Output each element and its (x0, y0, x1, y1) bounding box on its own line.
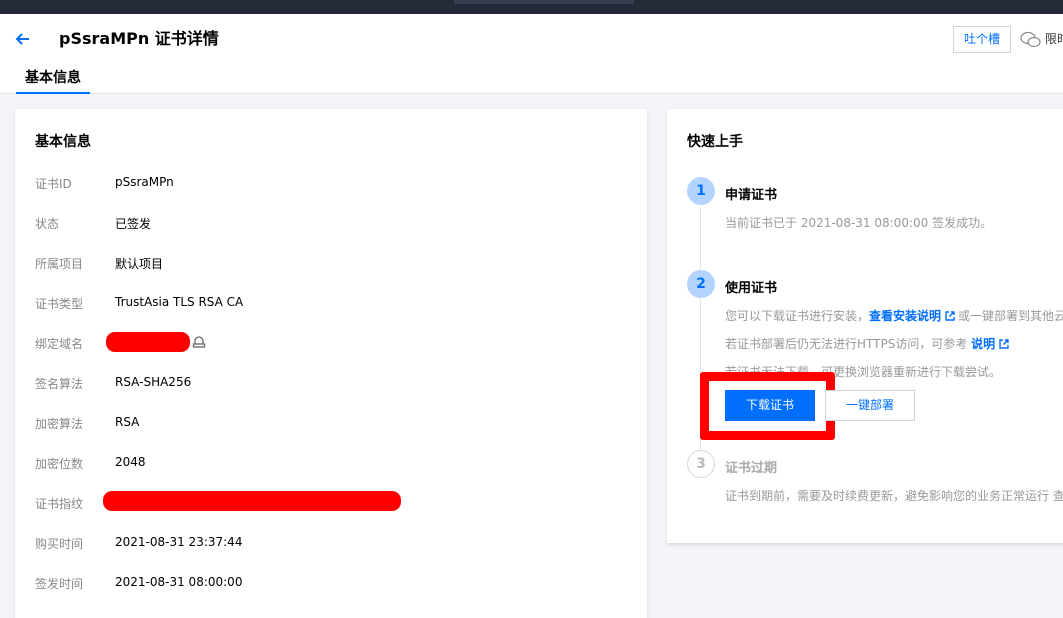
info-row-encrypt-algo: 加密算法 RSA (35, 413, 635, 433)
feedback-button[interactable]: 吐个槽 (953, 26, 1011, 53)
info-value: 默认项目 (115, 257, 164, 271)
security-icon (192, 336, 206, 348)
page-header: pSsraMPn 证书详情 吐个槽 限时 基本信息 (0, 14, 1063, 94)
top-navbar-segment (454, 0, 634, 4)
step-3-title: 证书过期 (725, 461, 778, 476)
quick-start-title: 快速上手 (687, 134, 743, 150)
info-label: 状态 (35, 217, 60, 231)
https-help-link[interactable]: 说明 (971, 337, 995, 351)
info-label: 所属项目 (35, 257, 84, 271)
info-row-status: 状态 已签发 (35, 213, 635, 233)
limited-offer-link[interactable]: 限时 (1045, 31, 1063, 47)
step-1-title: 申请证书 (725, 188, 778, 203)
step-2-line-1-suffix: 或一键部署到其他云 (958, 309, 1063, 323)
info-value: TrustAsia TLS RSA CA (115, 295, 244, 309)
basic-info-title: 基本信息 (35, 134, 91, 150)
info-value: 2021-08-31 08:00:00 (115, 575, 243, 589)
info-label: 签发时间 (35, 577, 84, 591)
info-value: 已签发 (115, 217, 152, 231)
info-row-project: 所属项目 默认项目 (35, 253, 635, 273)
download-cert-button[interactable]: 下载证书 (725, 390, 815, 421)
info-row-key-bits: 加密位数 2048 (35, 453, 635, 473)
info-label: 购买时间 (35, 537, 84, 551)
step-1-text: 当前证书已于 2021-08-31 08:00:00 签发成功。 (725, 216, 993, 230)
page-title: pSsraMPn 证书详情 (59, 29, 219, 48)
step-2-line-1-prefix: 您可以下载证书进行安装， (725, 309, 870, 323)
info-label: 加密算法 (35, 417, 84, 431)
basic-info-card: 基本信息 证书ID pSsraMPn 状态 已签发 所属项目 默认项目 证书类型… (15, 109, 647, 618)
info-value: RSA-SHA256 (115, 375, 192, 389)
info-label: 签名算法 (35, 377, 84, 391)
step-3-number: 3 (687, 450, 715, 478)
step-connector (700, 207, 701, 269)
info-label: 证书ID (35, 177, 72, 191)
info-label: 证书指纹 (35, 497, 84, 511)
external-link-icon[interactable] (945, 311, 955, 321)
tab-basic-info[interactable]: 基本信息 (16, 66, 90, 94)
info-value: pSsraMPn (115, 175, 174, 189)
info-row-sign-algo: 签名算法 RSA-SHA256 (35, 373, 635, 393)
info-value: RSA (115, 415, 140, 429)
redacted-domain (106, 332, 190, 352)
step-3-text: 证书到期前，需要及时续费更新，避免影响您的业务正常运行 查 (725, 489, 1063, 503)
info-row-cert-id: 证书ID pSsraMPn (35, 173, 635, 193)
info-label: 绑定域名 (35, 337, 84, 351)
step-2-number: 2 (687, 270, 715, 298)
quick-start-card: 快速上手 1 申请证书 当前证书已于 2021-08-31 08:00:00 签… (667, 109, 1063, 543)
info-label: 证书类型 (35, 297, 84, 311)
info-label: 加密位数 (35, 457, 84, 471)
redacted-fingerprint (103, 491, 401, 511)
external-link-icon[interactable] (999, 339, 1009, 349)
step-2-line-1: 您可以下载证书进行安装，查看安装说明 或一键部署到其他云 (725, 307, 1063, 324)
wechat-icon[interactable] (1020, 31, 1042, 49)
info-value: 2048 (115, 455, 146, 469)
info-row-cert-type: 证书类型 TrustAsia TLS RSA CA (35, 293, 635, 313)
info-value: 2021-08-31 23:37:44 (115, 535, 243, 549)
install-guide-link[interactable]: 查看安装说明 (869, 309, 941, 323)
back-arrow-icon[interactable] (12, 28, 34, 50)
top-navbar (0, 0, 1063, 14)
step-2-title: 使用证书 (725, 281, 778, 296)
step-2-line-2: 若证书部署后仍无法进行HTTPS访问，可参考 说明 (725, 335, 1012, 352)
info-row-purchase-time: 购买时间 2021-08-31 23:37:44 (35, 533, 635, 553)
step-1-number: 1 (687, 177, 715, 205)
info-row-issue-time: 签发时间 2021-08-31 08:00:00 (35, 573, 635, 593)
one-click-deploy-button[interactable]: 一键部署 (825, 390, 915, 421)
step-2-line-2-prefix: 若证书部署后仍无法进行HTTPS访问，可参考 (725, 337, 968, 351)
